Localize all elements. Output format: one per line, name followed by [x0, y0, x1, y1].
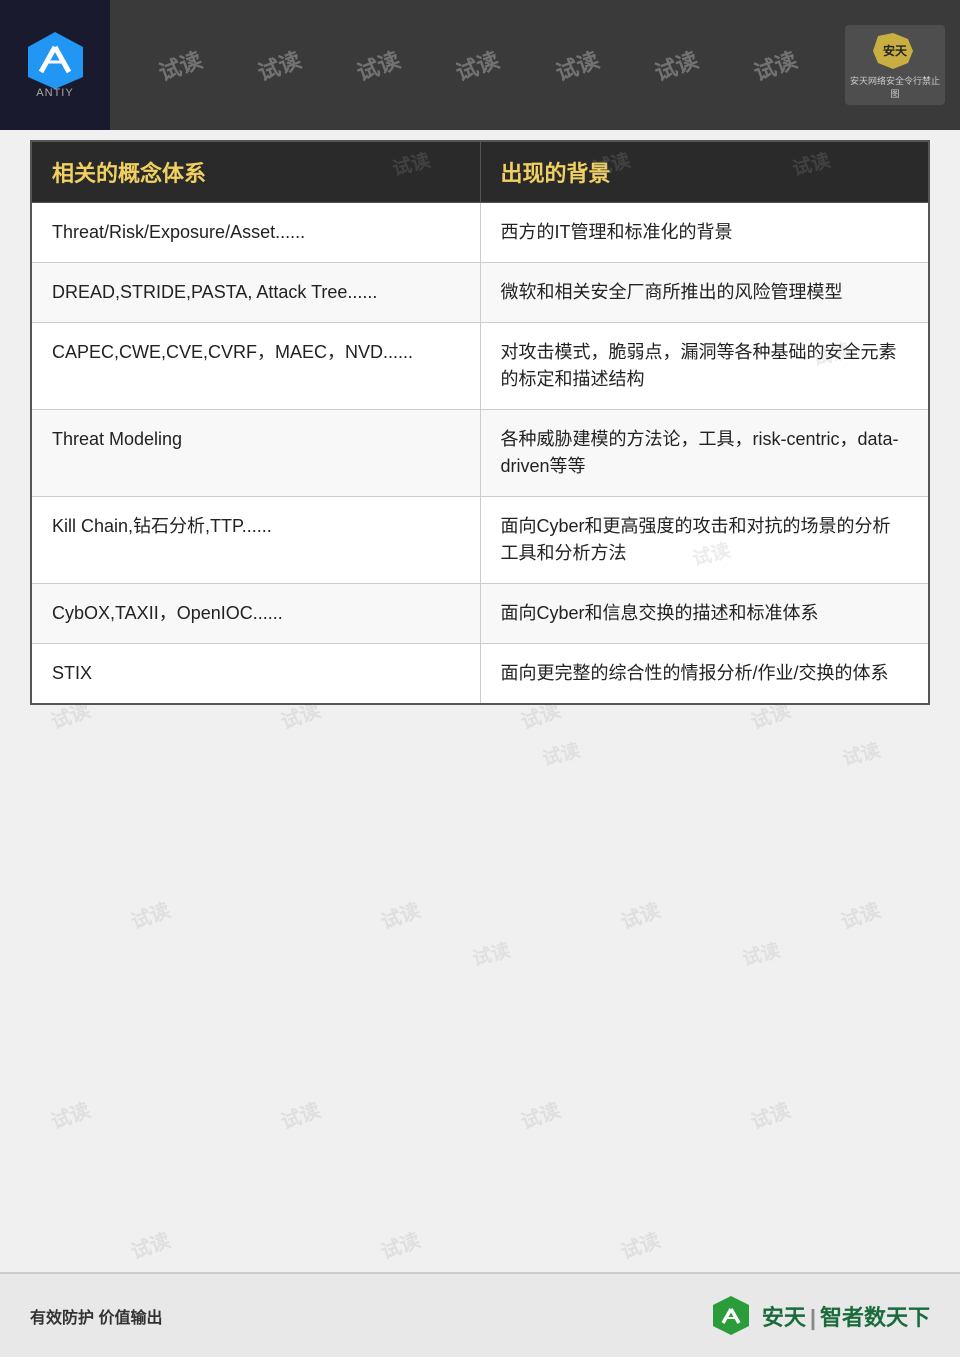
table-cell-left-1: DREAD,STRIDE,PASTA, Attack Tree...... [31, 263, 480, 323]
footer-left-text: 有效防护 价值输出 [30, 1304, 162, 1328]
header-wm-7: 试读 [749, 42, 801, 87]
table-row: STIX面向更完整的综合性的情报分析/作业/交换的体系 [31, 644, 929, 705]
table-cell-right-0: 西方的IT管理和标准化的背景 [480, 203, 929, 263]
footer: 有效防护 价值输出 安天|智者数天下 [0, 1272, 960, 1357]
header-watermarks: 试读 试读 试读 试读 试读 试读 试读 [110, 49, 845, 81]
table-cell-left-6: STIX [31, 644, 480, 705]
header-wm-2: 试读 [253, 42, 305, 87]
table-header-row: 相关的概念体系 出现的背景 [31, 141, 929, 203]
concept-table: 相关的概念体系 出现的背景 Threat/Risk/Exposure/Asset… [30, 140, 930, 705]
header-wm-6: 试读 [650, 42, 702, 87]
content-wm-8: 试读 [739, 936, 783, 972]
table-cell-left-3: Threat Modeling [31, 410, 480, 497]
footer-logo-icon [709, 1293, 754, 1338]
table-cell-right-6: 面向更完整的综合性的情报分析/作业/交换的体系 [480, 644, 929, 705]
header-wm-4: 试读 [451, 42, 503, 87]
header-right: 出现的背景 [480, 141, 929, 203]
table-row: CAPEC,CWE,CVE,CVRF，MAEC，NVD......对攻击模式，脆… [31, 323, 929, 410]
table-cell-left-4: Kill Chain,钻石分析,TTP...... [31, 497, 480, 584]
header-brand-text: 安天网络安全令行禁止图 [850, 74, 940, 100]
header-wm-3: 试读 [352, 42, 404, 87]
main-content: 相关的概念体系 出现的背景 Threat/Risk/Exposure/Asset… [30, 140, 930, 1267]
antiy-logo-icon [23, 27, 88, 92]
content-wm-9: 试读 [469, 936, 513, 972]
table-cell-right-1: 微软和相关安全厂商所推出的风险管理模型 [480, 263, 929, 323]
table-cell-right-2: 对攻击模式，脆弱点，漏洞等各种基础的安全元素的标定和描述结构 [480, 323, 929, 410]
table-row: DREAD,STRIDE,PASTA, Attack Tree......微软和… [31, 263, 929, 323]
table-row: Threat Modeling各种威胁建模的方法论，工具，risk-centri… [31, 410, 929, 497]
table-cell-right-3: 各种威胁建模的方法论，工具，risk-centric，data-driven等等 [480, 410, 929, 497]
header-brand-icon: 安天 [868, 31, 923, 71]
table-cell-right-4: 面向Cyber和更高强度的攻击和对抗的场景的分析工具和分析方法 [480, 497, 929, 584]
header-wm-1: 试读 [153, 42, 205, 87]
content-wm-7: 试读 [539, 736, 583, 772]
header-left: 相关的概念体系 [31, 141, 480, 203]
table-cell-left-5: CybOX,TAXII，OpenIOC...... [31, 584, 480, 644]
table-row: CybOX,TAXII，OpenIOC......面向Cyber和信息交换的描述… [31, 584, 929, 644]
table-row: Kill Chain,钻石分析,TTP......面向Cyber和更高强度的攻击… [31, 497, 929, 584]
header-right-logo: 安天 安天网络安全令行禁止图 [845, 25, 945, 105]
table-row: Threat/Risk/Exposure/Asset......西方的IT管理和… [31, 203, 929, 263]
content-wm-6: 试读 [839, 736, 883, 772]
table-cell-left-0: Threat/Risk/Exposure/Asset...... [31, 203, 480, 263]
svg-text:安天: 安天 [882, 43, 907, 58]
table-cell-left-2: CAPEC,CWE,CVE,CVRF，MAEC，NVD...... [31, 323, 480, 410]
header: ANTIY 试读 试读 试读 试读 试读 试读 试读 安天 安天网络安全令行禁止… [0, 0, 960, 130]
header-wm-5: 试读 [551, 42, 603, 87]
footer-logo: 安天|智者数天下 [709, 1293, 930, 1338]
footer-brand-main: 安天|智者数天下 [762, 1300, 930, 1332]
table-cell-right-5: 面向Cyber和信息交换的描述和标准体系 [480, 584, 929, 644]
logo-text: ANTIY [36, 87, 73, 99]
logo-area: ANTIY [0, 0, 110, 130]
